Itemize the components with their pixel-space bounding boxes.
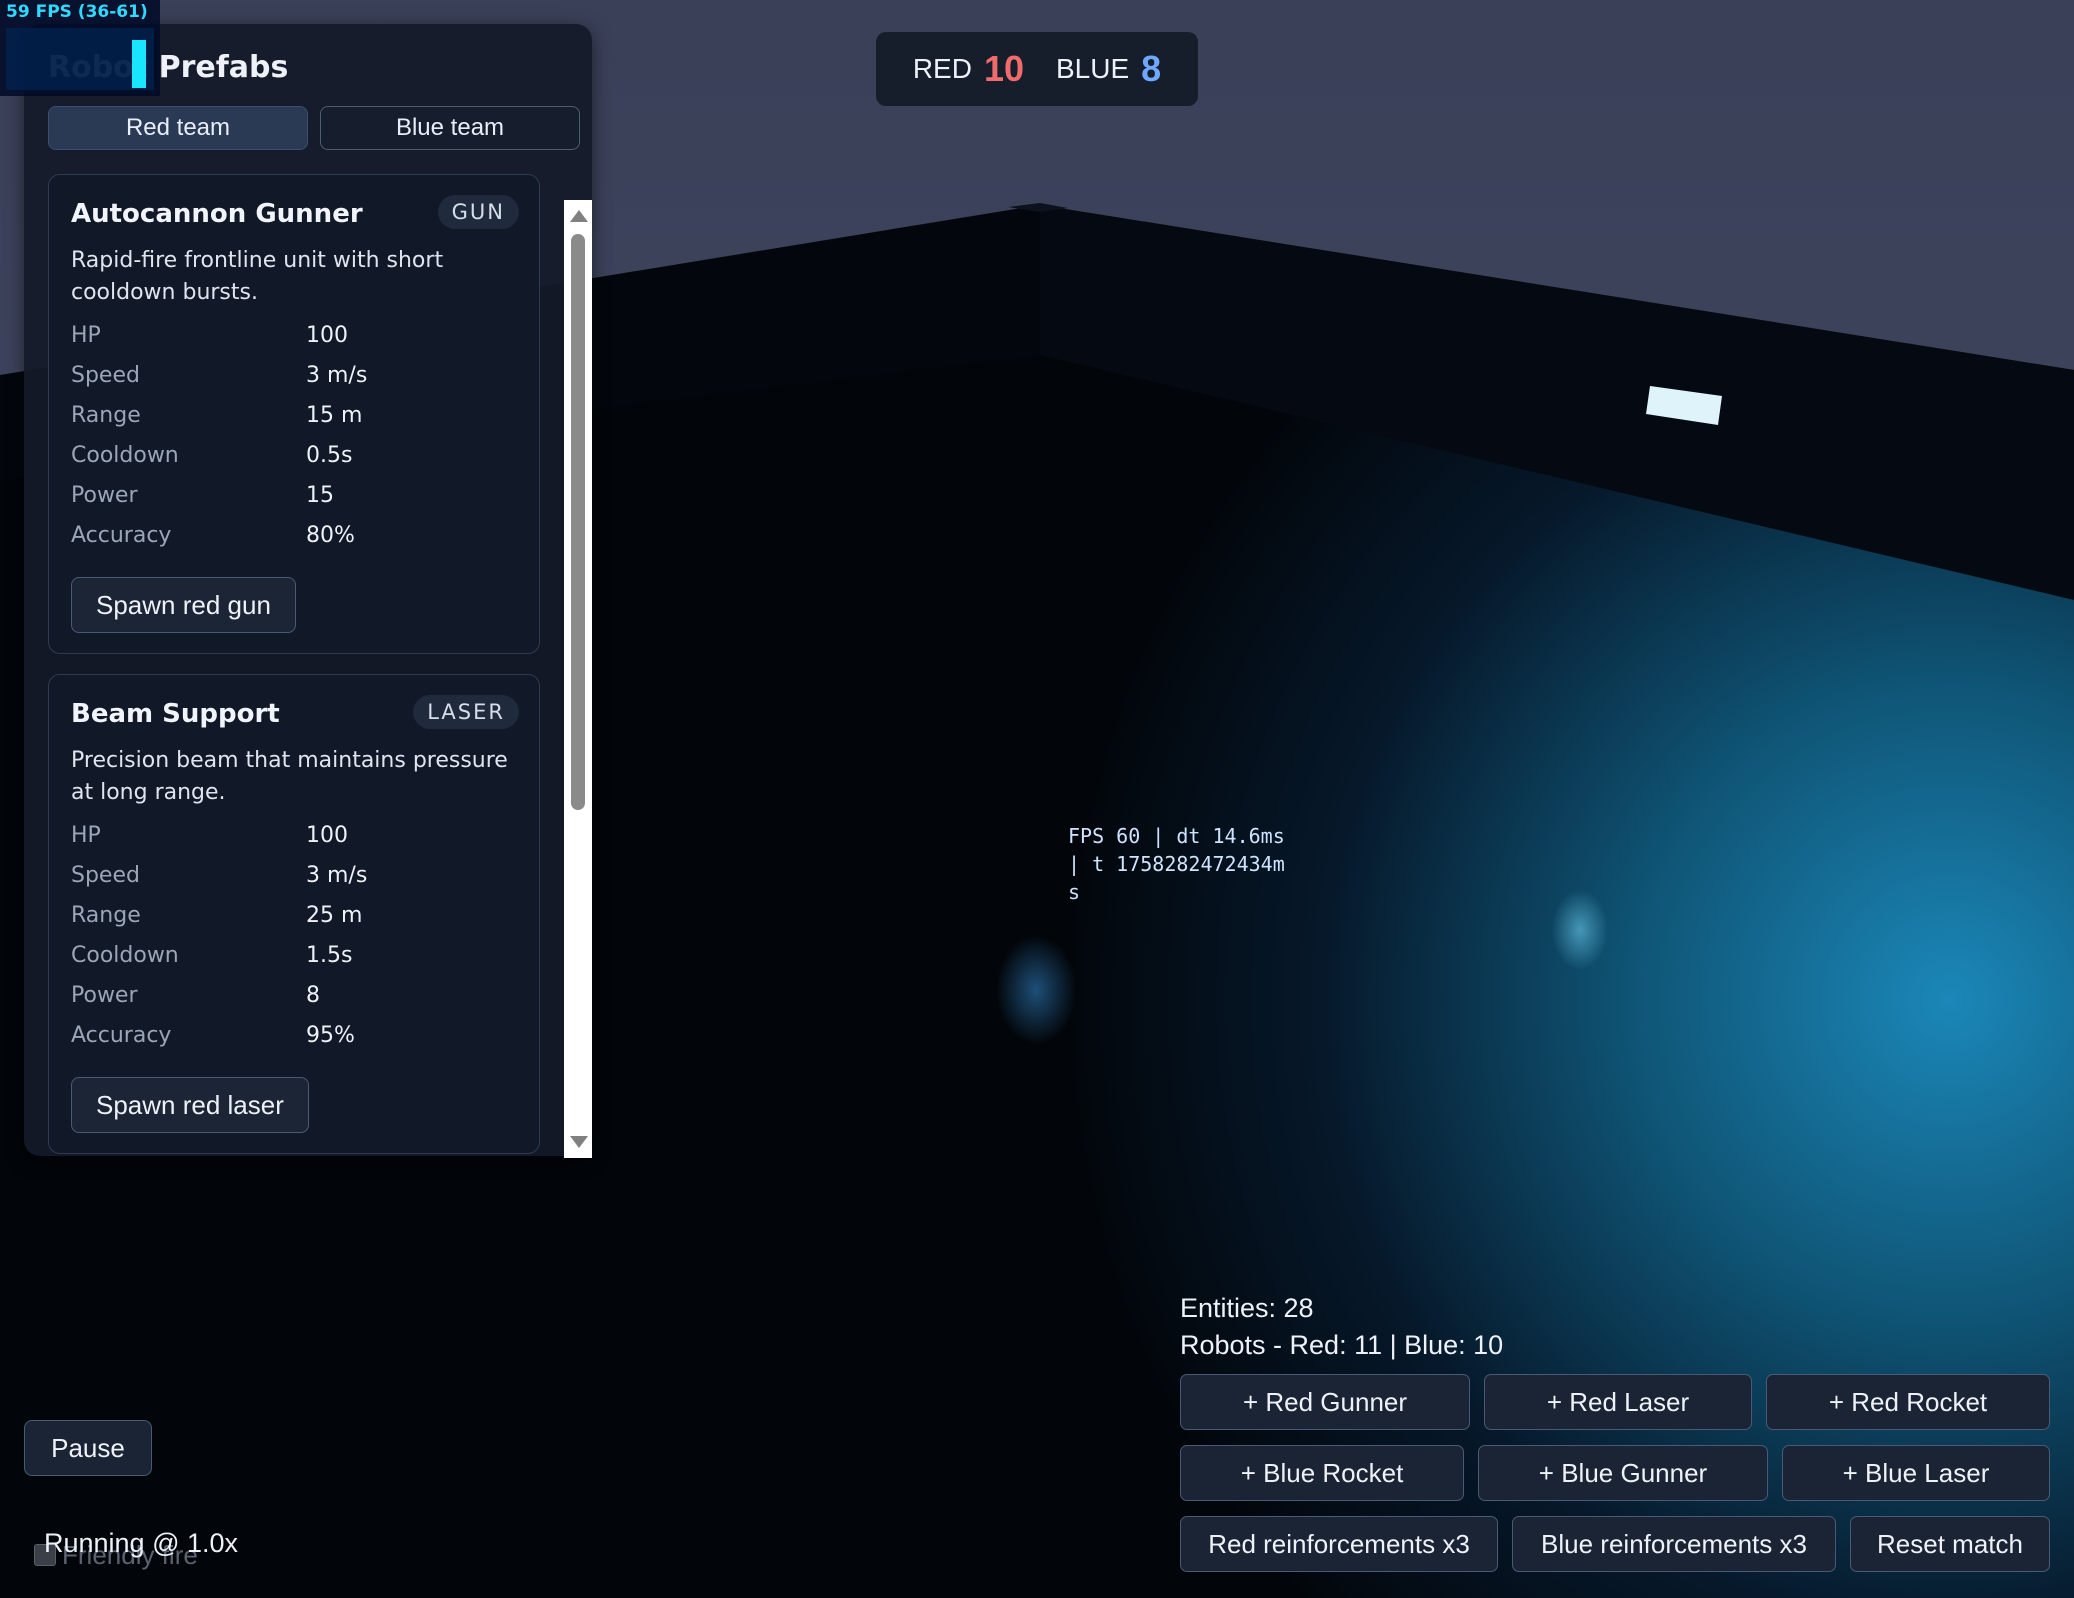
entities-count: Entities: 28 [1180,1293,1314,1323]
team-tabs: Red team Blue team [48,106,604,154]
scroll-thumb[interactable] [571,234,585,810]
prefab-list[interactable]: Autocannon Gunner GUN Rapid-fire frontli… [48,174,566,1156]
stat-label: HP [71,322,101,348]
stat-row-power: Power 15 [71,475,523,515]
reset-match-button[interactable]: Reset match [1850,1516,2050,1572]
stat-value: 95% [306,1022,355,1048]
stat-value: 80% [306,522,355,548]
stat-row-cooldown: Cooldown 1.5s [71,935,523,975]
stat-label: Range [71,402,141,428]
stat-row-speed: Speed 3 m/s [71,355,523,395]
prefab-stats: HP 100 Speed 3 m/s Range 25 m Cooldown 1… [71,815,523,1055]
robots-count: Robots - Red: 11 | Blue: 10 [1180,1330,1504,1360]
stat-row-accuracy: Accuracy 80% [71,515,523,555]
stat-row-power: Power 8 [71,975,523,1015]
stat-row-hp: HP 100 [71,815,523,855]
stat-label: Speed [71,862,140,888]
sim-status: Running @ 1.0x [44,1528,239,1558]
stat-value: 15 m [306,402,363,428]
stat-value: 3 m/s [306,862,368,888]
stat-value: 15 [306,482,334,508]
prefab-name: Autocannon Gunner [71,199,363,229]
prefab-type-badge: LASER [413,695,519,729]
spawn-red-laser-button[interactable]: Spawn red laser [71,1077,309,1133]
tab-red-team[interactable]: Red team [48,106,308,150]
tab-blue-team[interactable]: Blue team [320,106,580,150]
prefab-card-laser: Beam Support LASER Precision beam that m… [48,674,540,1154]
prefabs-panel: Robot Prefabs Red team Blue team Autocan… [24,24,592,1158]
pause-button[interactable]: Pause [24,1420,152,1476]
stat-row-cooldown: Cooldown 0.5s [71,435,523,475]
stat-value: 100 [306,322,348,348]
prefab-description: Precision beam that maintains pressure a… [71,748,508,805]
add-red-gunner-button[interactable]: + Red Gunner [1180,1374,1470,1430]
stat-row-range: Range 25 m [71,895,523,935]
stat-label: Power [71,982,138,1008]
fps-meter-text: 59 FPS (36-61) [6,2,148,22]
add-blue-gunner-button[interactable]: + Blue Gunner [1478,1445,1768,1501]
stat-label: Speed [71,362,140,388]
stat-row-speed: Speed 3 m/s [71,855,523,895]
stat-label: Power [71,482,138,508]
add-blue-rocket-button[interactable]: + Blue Rocket [1180,1445,1464,1501]
add-red-rocket-button[interactable]: + Red Rocket [1766,1374,2050,1430]
red-reinforcements-button[interactable]: Red reinforcements x3 [1180,1516,1498,1572]
scroll-up-arrow-icon[interactable] [570,210,588,222]
entity-counts: Entities: 28 Robots - Red: 11 | Blue: 10 [1180,1290,1503,1364]
fps-meter: 59 FPS (36-61) [0,0,160,96]
stat-label: Accuracy [71,522,172,548]
stat-label: Cooldown [71,942,179,968]
stat-row-accuracy: Accuracy 95% [71,1015,523,1055]
stat-value: 8 [306,982,320,1008]
scoreboard: RED 10 BLUE 8 [876,32,1198,106]
stat-value: 1.5s [306,942,353,968]
robot-glow [1552,890,1608,970]
prefab-list-scrollbar[interactable] [564,200,592,1158]
stat-label: Accuracy [71,1022,172,1048]
add-red-laser-button[interactable]: + Red Laser [1484,1374,1752,1430]
stat-value: 25 m [306,902,363,928]
prefab-type-badge: GUN [437,195,519,229]
prefab-description: Rapid-fire frontline unit with short coo… [71,248,444,305]
stat-label: Cooldown [71,442,179,468]
stat-label: Range [71,902,141,928]
spawn-red-gun-button[interactable]: Spawn red gun [71,577,296,633]
robot-glow [996,935,1076,1045]
fps-graph-bar [132,40,146,88]
prefab-name: Beam Support [71,699,280,729]
stat-value: 0.5s [306,442,353,468]
prefab-stats: HP 100 Speed 3 m/s Range 15 m Cooldown 0… [71,315,523,555]
stat-value: 100 [306,822,348,848]
red-team-score: 10 [983,48,1024,89]
scroll-down-arrow-icon[interactable] [570,1136,588,1148]
add-blue-laser-button[interactable]: + Blue Laser [1782,1445,2050,1501]
stat-row-range: Range 15 m [71,395,523,435]
red-team-label: RED [912,53,972,84]
blue-team-score: 8 [1141,48,1162,89]
prefab-card-gun: Autocannon Gunner GUN Rapid-fire frontli… [48,174,540,654]
blue-reinforcements-button[interactable]: Blue reinforcements x3 [1512,1516,1836,1572]
stat-row-hp: HP 100 [71,315,523,355]
blue-team-label: BLUE [1055,53,1130,84]
stat-value: 3 m/s [306,362,368,388]
stat-label: HP [71,822,101,848]
debug-overlay: FPS 60 | dt 14.6ms | t 1758282472434ms [1068,824,1285,904]
